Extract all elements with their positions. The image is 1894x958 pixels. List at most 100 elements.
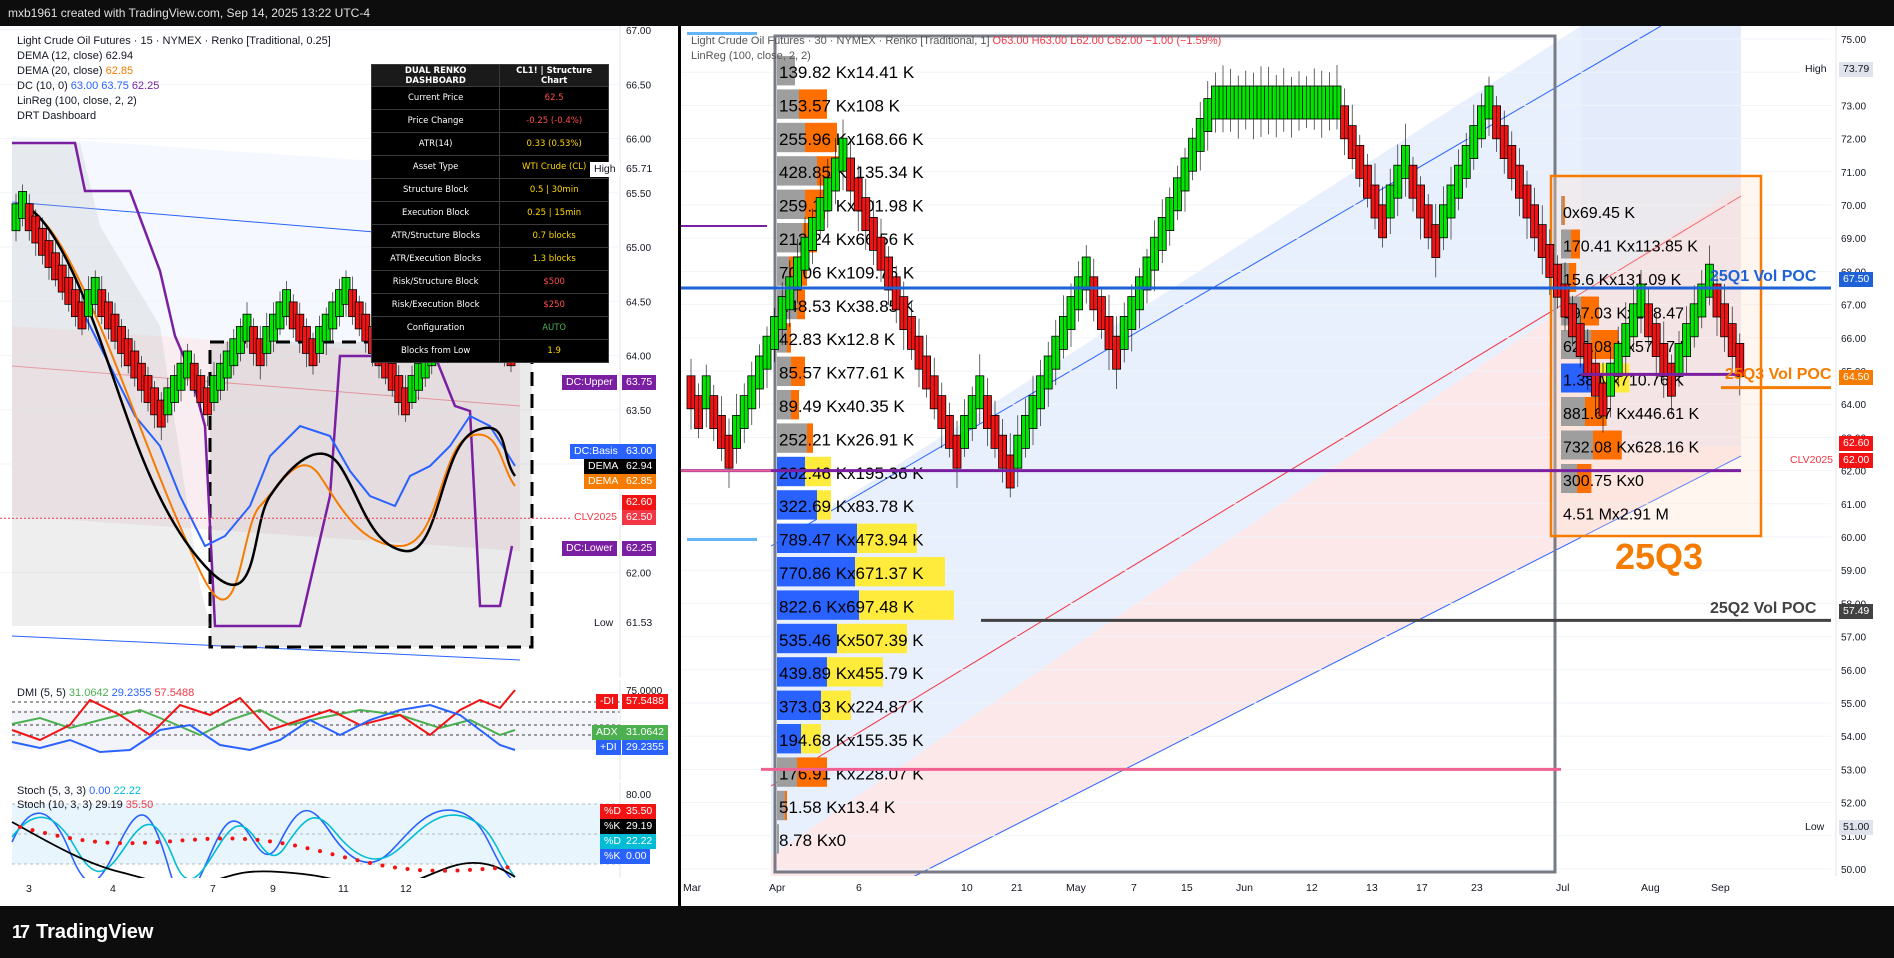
dc-lower-value[interactable]: 62.25 (622, 541, 657, 556)
price-axis-tick: 66.00 (626, 135, 651, 146)
price-axis-tick: 50.00 (1841, 865, 1866, 876)
price-axis-tick: 73.00 (1841, 101, 1866, 112)
high-label[interactable]: High (590, 162, 620, 177)
stoch-slow-d-dot (243, 836, 247, 841)
tradingview-logo[interactable]: 17 TradingView (12, 921, 153, 944)
low-label[interactable]: Low (1801, 820, 1829, 835)
price-label[interactable]: 62.60 (1839, 436, 1874, 451)
right-time-tick: 13 (1366, 882, 1378, 894)
dashboard-row-label: Configuration (370, 316, 501, 340)
stoch-slow-d-dot (18, 825, 22, 829)
dashboard-row: Execution Block 0.25 | 15min (370, 201, 609, 225)
right-time-tick: Jun (1236, 882, 1253, 894)
high-label[interactable]: High (1801, 62, 1831, 77)
dashboard-symbol: CL1! | Structure Chart (499, 64, 609, 87)
clv-value[interactable]: 62.50 (622, 510, 657, 525)
adx-label[interactable]: ADX (592, 725, 622, 740)
left-price-chart[interactable]: 67.00 66.50 66.00 65.50 65.00 64.50 64.00 63.50… (0, 26, 678, 678)
stoch-slow-d-dot (355, 858, 360, 863)
clv-value[interactable]: 62.00 (1839, 453, 1874, 468)
dashboard-row: Structure Block 0.5 | 30min (370, 178, 609, 202)
price-axis-tick: 62.00 (1841, 467, 1866, 478)
stoch-k2-value[interactable]: 0.00 (622, 849, 651, 864)
right-linreg: LinReg (100, close, 2, 2) (691, 50, 811, 62)
dashboard-row-label: Execution Block (370, 201, 501, 225)
q3-poc-label[interactable]: 25Q3 Vol POC (1721, 367, 1835, 383)
low-label[interactable]: Low (590, 616, 618, 631)
right-time-tick: Aug (1641, 882, 1660, 894)
plus-di-value[interactable]: 29.2355 (622, 740, 668, 755)
dema20-label[interactable]: DEMA (584, 474, 623, 489)
dc-upper-value[interactable]: 63.75 (622, 375, 657, 390)
stoch-slow-d-dot (443, 868, 447, 873)
right-time-tick: 12 (1306, 882, 1318, 894)
right-time-tick: May (1066, 882, 1086, 894)
dema20-value[interactable]: 62.85 (622, 474, 657, 489)
minus-di-value[interactable]: 57.5488 (622, 694, 668, 709)
left-time-tick: 4 (110, 883, 116, 895)
price-axis-tick: 64.00 (626, 352, 651, 363)
dema12-label[interactable]: DEMA (584, 459, 623, 474)
dema12-value[interactable]: 62.94 (622, 459, 657, 474)
right-time-tick: 7 (1131, 882, 1137, 894)
dc-lower-label[interactable]: DC:Lower (562, 541, 617, 556)
right-chart-canvas[interactable]: 139.82 Kx14.41 K 153.57 Kx108 K 255.96 Kx1… (681, 26, 1894, 878)
stoch-k2-label[interactable]: %K (600, 849, 625, 864)
right-time-axis[interactable]: Mar Apr 6 10 21 May 7 15 Jun 12 13 17 23 Jul Aug Sep (681, 876, 1894, 902)
legend-linreg: LinReg (100, close, 2, 2) (17, 95, 137, 107)
legend-dc: DC (10, 0) 63.00 63.75 62.25 (17, 80, 160, 92)
adx-value[interactable]: 31.0642 (622, 725, 668, 740)
right-time-tick: Sep (1711, 882, 1730, 894)
tv-logo-icon: 17 (12, 921, 30, 942)
stoch-slow-d-dot (193, 837, 197, 842)
stoch-d2-value[interactable]: 22.22 (622, 834, 657, 849)
minus-di-label[interactable]: -DI (596, 694, 618, 709)
vp-row-label: 89.49 Kx40.35 K (779, 397, 905, 416)
high-value[interactable]: 65.71 (622, 162, 657, 177)
dc-basis-label[interactable]: DC:Basis (570, 444, 622, 459)
dashboard-row-value: $250 (499, 293, 609, 317)
price-axis-tick: 75.00 (1841, 35, 1866, 46)
plus-di-label[interactable]: +DI (596, 740, 621, 755)
right-time-tick: Mar (683, 882, 702, 894)
stoch-k1-value[interactable]: 29.19 (622, 819, 657, 834)
dmi-pane[interactable]: 75.0000 DMI (5, 5) 31.0642 29.2355 57.5488 … (0, 680, 678, 780)
vp-row-label: 153.57 Kx108 K (779, 96, 901, 115)
dashboard-row-value: $500 (499, 270, 609, 294)
low-value[interactable]: 51.00 (1839, 820, 1874, 835)
vp-row-label: 322.69 Kx83.78 K (779, 497, 915, 516)
price-axis-tick: 66.50 (626, 80, 651, 91)
stoch-legend-1: Stoch (5, 3, 3) 0.00 22.22 (17, 785, 142, 797)
right-price-chart[interactable]: 139.82 Kx14.41 K 153.57 Kx108 K 255.96 Kx1… (681, 26, 1894, 878)
dc-upper-label[interactable]: DC:Upper (562, 375, 617, 390)
right-time-tick: Apr (769, 882, 786, 894)
q2-poc-label[interactable]: 25Q2 Vol POC (1706, 601, 1820, 617)
vp-row-label: 51.58 Kx13.4 K (779, 798, 896, 817)
price-axis-tick: 52.00 (1841, 799, 1866, 810)
left-legend: Light Crude Oil Futures · 15 · NYMEX · R… (17, 34, 331, 124)
q3-big-label[interactable]: 25Q3 (1611, 536, 1707, 578)
q1-poc-label[interactable]: 25Q1 Vol POC (1706, 269, 1820, 285)
clv-label[interactable]: CLV2025 (570, 510, 622, 525)
left-time-axis[interactable]: 3 4 7 9 11 12 (0, 878, 678, 902)
dashboard-row: ATR/Execution Blocks 1.3 blocks (370, 247, 609, 271)
stoch-d1-value[interactable]: 35.50 (622, 804, 657, 819)
stoch-slow-d-dot (493, 866, 497, 871)
price-axis-tick: 53.00 (1841, 765, 1866, 776)
vp-row-label: 822.6 Kx697.48 K (779, 597, 915, 616)
q3-vp-row-label: 15.6 Kx131.09 K (1563, 272, 1682, 289)
stoch-k1-label[interactable]: %K (600, 819, 625, 834)
dc-basis-value[interactable]: 63.00 (622, 444, 657, 459)
q2-poc-value[interactable]: 57.49 (1839, 604, 1874, 619)
stoch-pane[interactable]: 80.00 Stoch (5, 3, 3) 0.00 22.22 Stoch (10… (0, 782, 678, 890)
vp-row-label: 439.89 Kx455.79 K (779, 664, 924, 683)
stoch-slow-d-dot (230, 836, 235, 841)
q3-poc-value[interactable]: 64.50 (1839, 370, 1874, 385)
stoch-slow-d-dot (505, 865, 510, 870)
price-label[interactable]: 62.60 (622, 495, 657, 510)
q1-poc-value[interactable]: 67.50 (1839, 272, 1874, 287)
high-value[interactable]: 73.79 (1839, 62, 1874, 77)
low-value[interactable]: 61.53 (622, 616, 657, 631)
clv-label[interactable]: CLV2025 (1786, 453, 1838, 468)
dashboard-row-value: 0.25 | 15min (499, 201, 609, 225)
